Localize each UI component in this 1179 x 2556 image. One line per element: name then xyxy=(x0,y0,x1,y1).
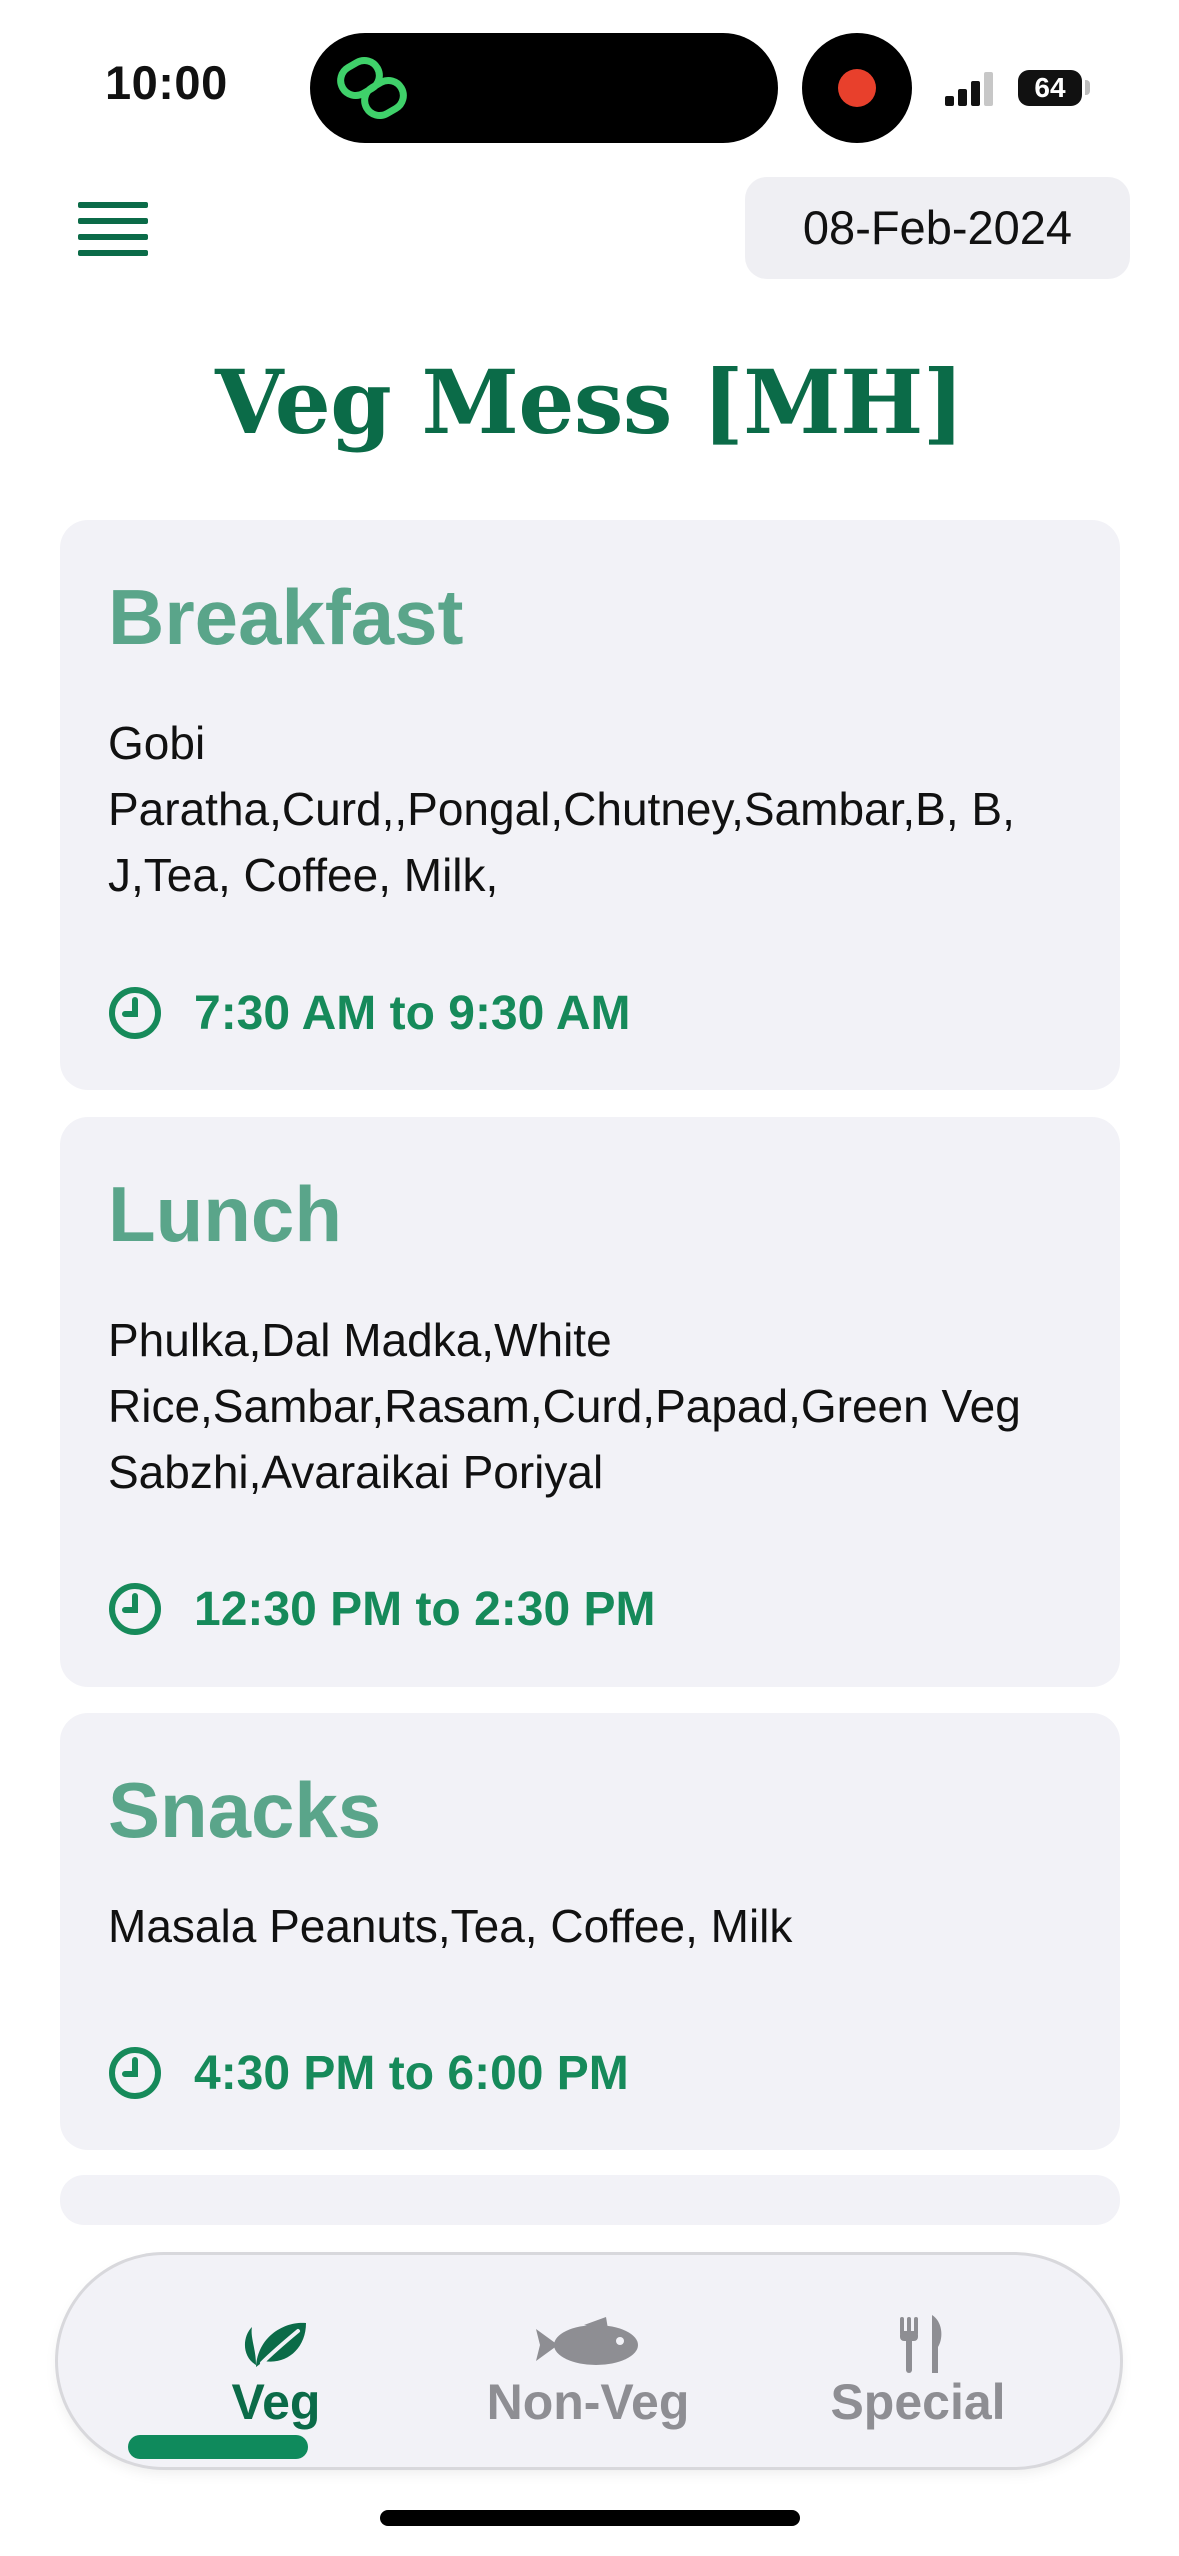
tab-label: Non-Veg xyxy=(486,2374,690,2430)
meal-card-breakfast: Breakfast Gobi Paratha,Curd,,Pongal,Chut… xyxy=(60,520,1120,1090)
active-tab-indicator xyxy=(128,2435,308,2459)
battery-icon: 64 xyxy=(1018,70,1082,106)
meal-items: Phulka,Dal Madka,White Rice,Sambar,Rasam… xyxy=(108,1314,1021,1498)
meal-time: 4:30 PM to 6:00 PM xyxy=(108,2043,629,2103)
meal-items: Masala Peanuts,Tea, Coffee, Milk xyxy=(108,1900,793,1952)
tab-label: Veg xyxy=(231,2374,321,2430)
meal-card-lunch: Lunch Phulka,Dal Madka,White Rice,Sambar… xyxy=(60,1117,1120,1687)
link-icon xyxy=(337,57,407,119)
meal-time: 7:30 AM to 9:30 AM xyxy=(108,983,631,1043)
meal-time-text: 12:30 PM to 2:30 PM xyxy=(194,1582,656,1636)
clock-icon xyxy=(109,1583,161,1635)
meal-items: Gobi Paratha,Curd,,Pongal,Chutney,Sambar… xyxy=(108,717,1015,901)
screen-recording-indicator xyxy=(802,33,912,143)
meal-card-partial xyxy=(60,2175,1120,2225)
leaf-icon xyxy=(244,2322,306,2367)
hamburger-menu-icon[interactable] xyxy=(78,200,148,260)
meal-title: Breakfast xyxy=(108,573,464,661)
record-dot-icon xyxy=(838,69,876,107)
meal-time-text: 4:30 PM to 6:00 PM xyxy=(194,2046,629,2100)
status-time: 10:00 xyxy=(105,56,228,109)
page-title: Veg Mess [MH] xyxy=(215,350,964,454)
tab-special[interactable]: Special xyxy=(788,2255,1048,2467)
fish-icon xyxy=(536,2317,638,2365)
clock-icon xyxy=(109,987,161,1039)
home-indicator[interactable] xyxy=(380,2510,800,2526)
meal-time: 12:30 PM to 2:30 PM xyxy=(108,1579,655,1639)
fork-knife-icon xyxy=(900,2315,942,2373)
date-selector-button[interactable]: 08-Feb-2024 xyxy=(745,177,1130,279)
meal-title: Lunch xyxy=(108,1170,342,1258)
meal-title: Snacks xyxy=(108,1766,382,1854)
clock-icon xyxy=(109,2047,161,2099)
tab-label: Special xyxy=(830,2374,1006,2430)
tab-non-veg[interactable]: Non-Veg xyxy=(458,2255,718,2467)
battery-cap xyxy=(1085,80,1090,95)
meal-time-text: 7:30 AM to 9:30 AM xyxy=(194,986,631,1040)
dynamic-island xyxy=(310,33,778,143)
meal-card-snacks: Snacks Masala Peanuts,Tea, Coffee, Milk … xyxy=(60,1713,1120,2150)
cellular-signal-icon xyxy=(945,72,993,106)
